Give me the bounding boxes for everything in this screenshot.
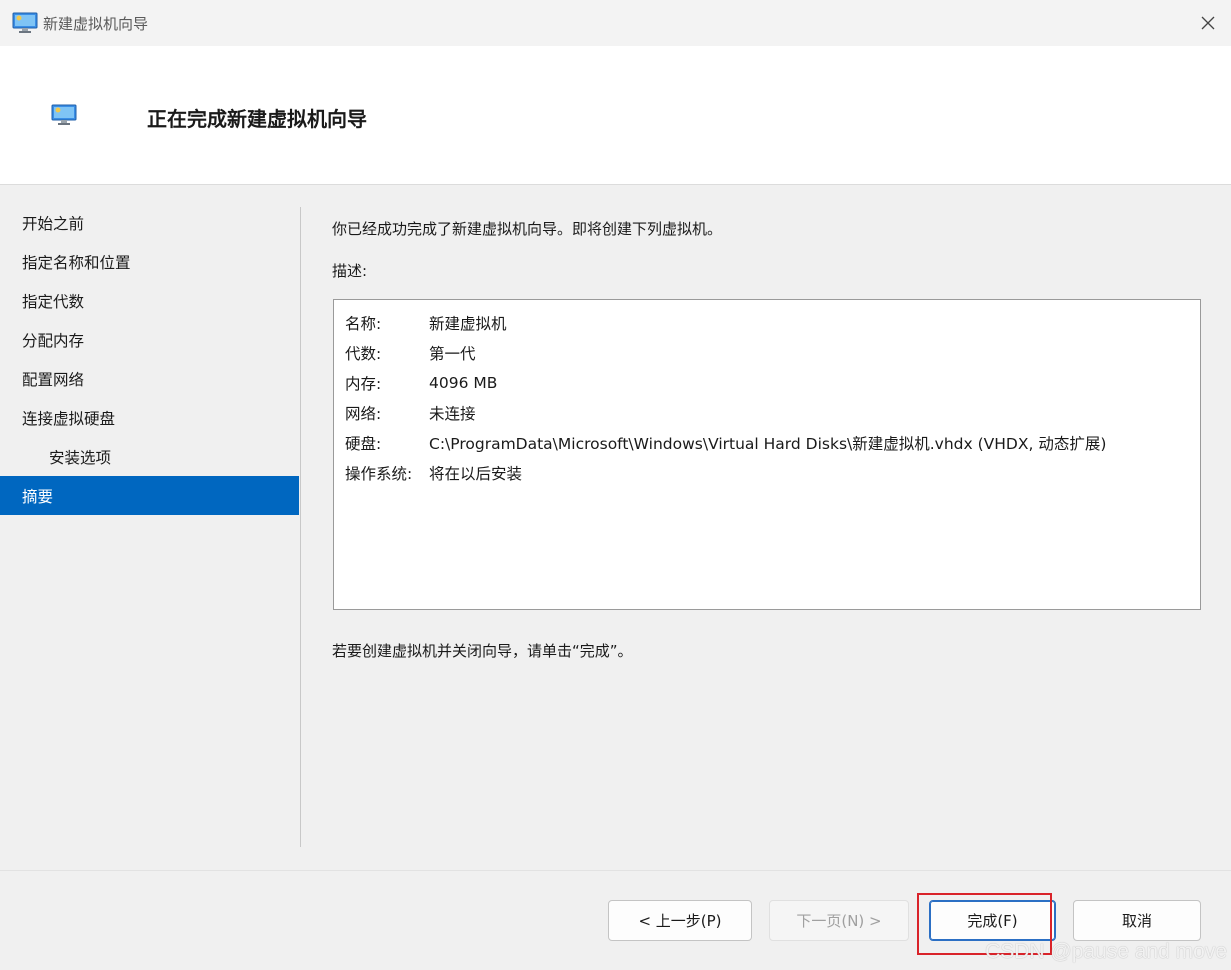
steps-sidebar: 开始之前 指定名称和位置 指定代数 分配内存 配置网络 连接虚拟硬盘 安装选项 … bbox=[0, 203, 299, 515]
close-button[interactable] bbox=[1185, 0, 1231, 46]
step-generation[interactable]: 指定代数 bbox=[0, 281, 299, 320]
summary-row-disk: 硬盘: C:\ProgramData\Microsoft\Windows\Vir… bbox=[345, 428, 1189, 458]
step-network[interactable]: 配置网络 bbox=[0, 359, 299, 398]
summary-value: 未连接 bbox=[429, 405, 476, 423]
wizard-body: 开始之前 指定名称和位置 指定代数 分配内存 配置网络 连接虚拟硬盘 安装选项 … bbox=[0, 185, 1231, 870]
summary-key: 硬盘: bbox=[345, 435, 382, 453]
summary-value: 新建虚拟机 bbox=[429, 315, 507, 333]
summary-value: 4096 MB bbox=[429, 374, 498, 392]
summary-row-memory: 内存: 4096 MB bbox=[345, 368, 1189, 398]
button-bar: < 上一步(P) 下一页(N) > 完成(F) 取消 CSDN @pause a… bbox=[0, 870, 1231, 970]
summary-key: 操作系统: bbox=[345, 465, 413, 483]
summary-textbox[interactable]: 名称: 新建虚拟机 代数: 第一代 内存: 4096 MB 网络: 未连接 硬盘… bbox=[333, 299, 1201, 610]
wizard-header: 正在完成新建虚拟机向导 bbox=[0, 46, 1231, 185]
monitor-icon bbox=[12, 12, 38, 34]
previous-button[interactable]: < 上一步(P) bbox=[608, 900, 752, 941]
close-icon bbox=[1201, 16, 1215, 30]
summary-key: 网络: bbox=[345, 405, 382, 423]
summary-value: C:\ProgramData\Microsoft\Windows\Virtual… bbox=[429, 435, 1107, 453]
summary-value: 第一代 bbox=[429, 345, 476, 363]
summary-row-os: 操作系统: 将在以后安装 bbox=[345, 458, 1189, 488]
step-install-options[interactable]: 安装选项 bbox=[0, 437, 299, 476]
wizard-heading: 正在完成新建虚拟机向导 bbox=[147, 107, 367, 131]
title-bar: 新建虚拟机向导 bbox=[0, 0, 1231, 46]
cancel-button[interactable]: 取消 bbox=[1073, 900, 1201, 941]
next-button[interactable]: 下一页(N) > bbox=[769, 900, 909, 941]
watermark: CSDN @pause and move bbox=[985, 940, 1227, 963]
summary-key: 内存: bbox=[345, 375, 382, 393]
intro-text: 你已经成功完成了新建虚拟机向导。即将创建下列虚拟机。 bbox=[332, 220, 723, 238]
summary-value: 将在以后安装 bbox=[429, 465, 523, 483]
step-memory[interactable]: 分配内存 bbox=[0, 320, 299, 359]
summary-row-generation: 代数: 第一代 bbox=[345, 338, 1189, 368]
step-before-you-begin[interactable]: 开始之前 bbox=[0, 203, 299, 242]
summary-row-name: 名称: 新建虚拟机 bbox=[345, 308, 1189, 338]
finish-instruction: 若要创建虚拟机并关闭向导，请单击“完成”。 bbox=[332, 642, 633, 660]
description-label: 描述: bbox=[332, 262, 368, 280]
step-name-and-location[interactable]: 指定名称和位置 bbox=[0, 242, 299, 281]
step-virtual-hard-disk[interactable]: 连接虚拟硬盘 bbox=[0, 398, 299, 437]
step-summary[interactable]: 摘要 bbox=[0, 476, 299, 515]
sidebar-divider bbox=[300, 207, 301, 847]
monitor-icon bbox=[50, 104, 78, 126]
summary-key: 代数: bbox=[345, 345, 382, 363]
window-title: 新建虚拟机向导 bbox=[43, 14, 149, 33]
summary-row-network: 网络: 未连接 bbox=[345, 398, 1189, 428]
summary-key: 名称: bbox=[345, 315, 382, 333]
